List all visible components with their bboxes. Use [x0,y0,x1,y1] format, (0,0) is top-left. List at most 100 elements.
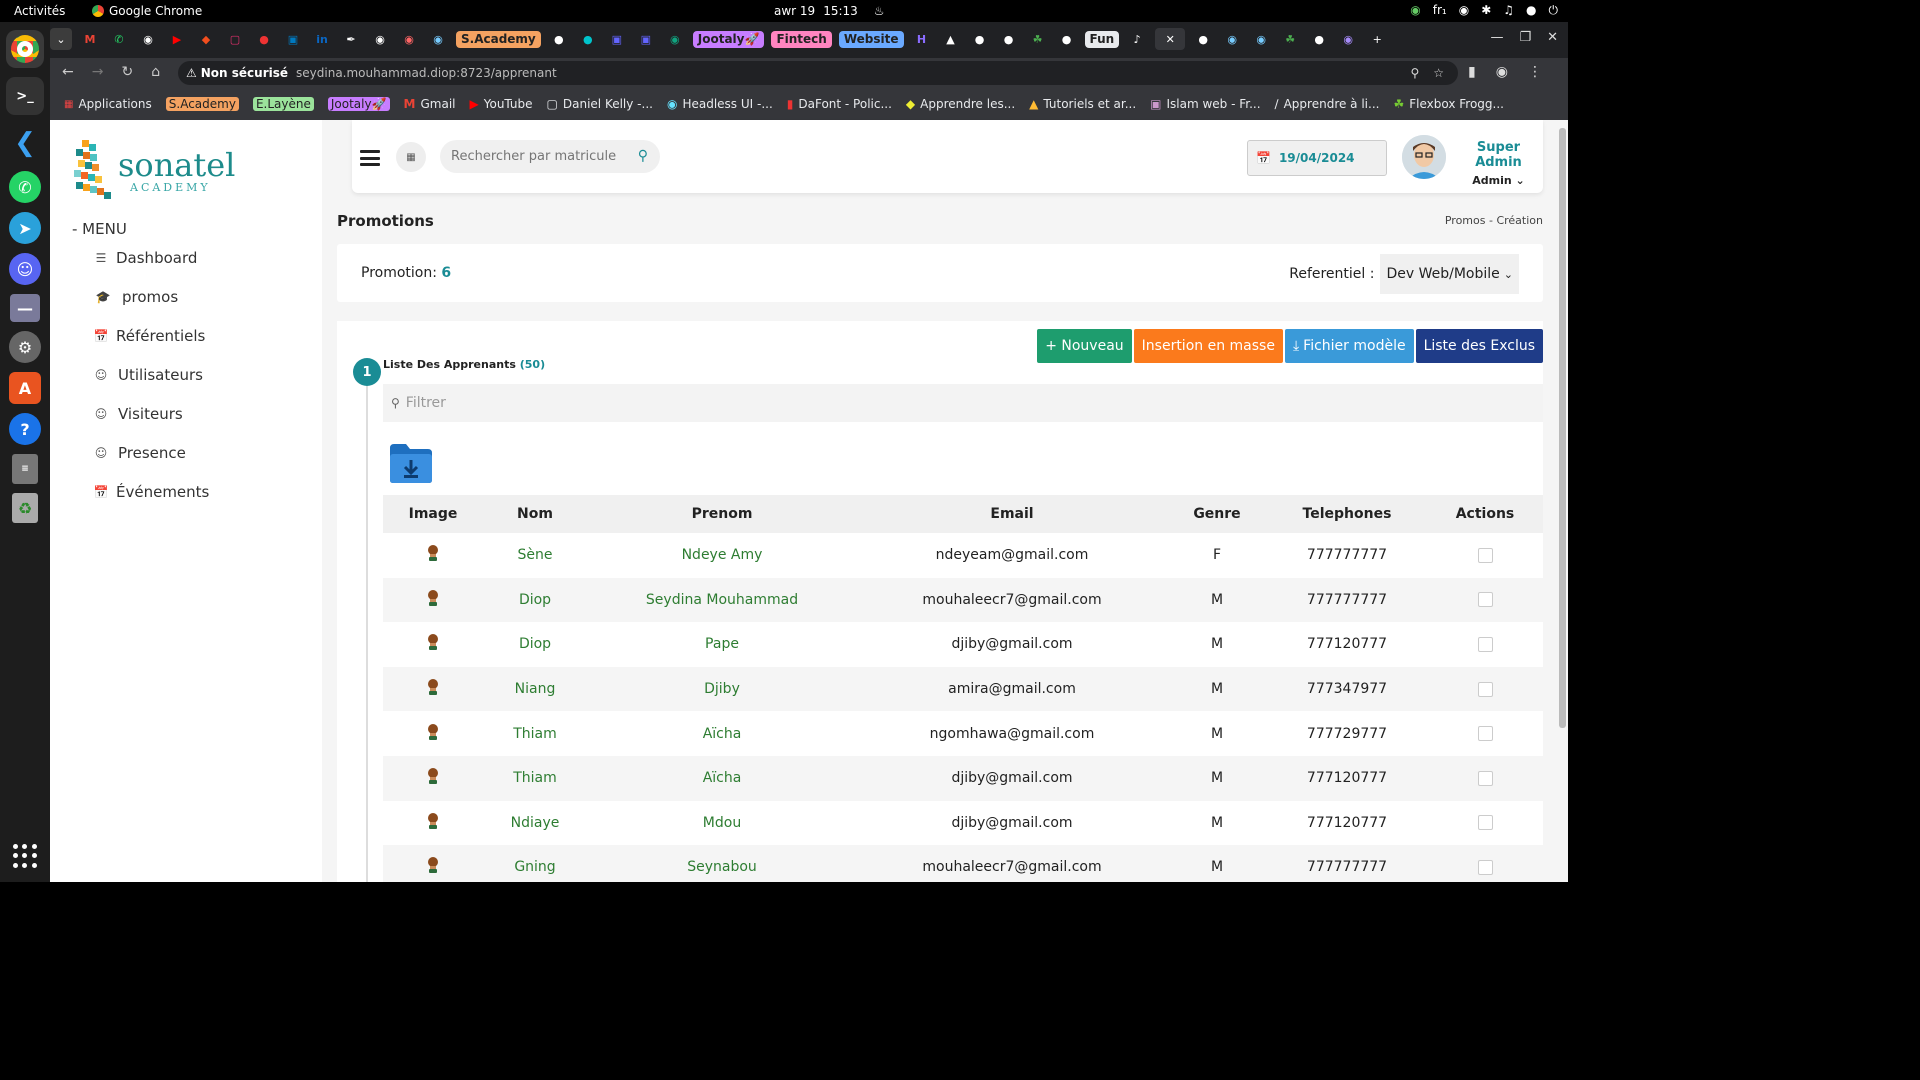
sidebar-item-referentiels[interactable]: 📅 Référentiels [94,326,209,345]
bookmark-gmail[interactable]: M Gmail [404,97,456,111]
new-tab-icon[interactable]: + [1366,28,1388,50]
tab-feather[interactable]: ✒ [340,28,362,50]
tab-app[interactable]: ◉ [427,28,449,50]
sidebar-item-dashboard[interactable]: ☰ Dashboard [94,248,209,267]
download-folder-icon[interactable] [388,442,434,484]
filter-box[interactable]: ⚲ Filtrer [383,384,1543,422]
tab-instagram[interactable]: ▢ [224,28,246,50]
new-button[interactable]: + Nouveau [1037,329,1132,363]
bookmark-flexbox-froggy[interactable]: ☘ Flexbox Frogg... [1393,97,1504,111]
tab-canva[interactable]: ● [577,28,599,50]
tab-app-3[interactable]: ◉ [1250,28,1272,50]
bookmark-tutoriels[interactable]: ▲ Tutoriels et ar... [1029,97,1136,111]
avatar[interactable] [1402,135,1446,179]
reload-icon[interactable]: ↻ [121,64,133,80]
user-role-dropdown[interactable]: Admin ⌄ [1454,174,1543,187]
vscode-dock-icon[interactable]: ❮ [6,124,44,162]
row-checkbox[interactable] [1477,592,1493,608]
bookmark-applications[interactable]: ▦ Applications [64,97,152,111]
chrome-menu-icon[interactable]: ⋮ [1528,64,1542,80]
omnibox[interactable]: ⚠ Non sécurisé seydina.mouhammad.diop:872… [178,61,1458,85]
sidebar-item-utilisateurs[interactable]: ☺ Utilisateurs [94,365,209,384]
not-secure-indicator[interactable]: ⚠ Non sécurisé [186,66,288,80]
tab-active[interactable]: ✕ [1155,28,1186,50]
excluded-list-button[interactable]: Liste des Exclus [1415,329,1543,363]
terminal-dock-icon[interactable]: >_ [6,77,44,115]
page-scrollbar[interactable] [1559,128,1566,728]
bulk-insert-button[interactable]: Insertion en masse [1133,329,1283,363]
tab-github[interactable]: ◉ [137,28,159,50]
tab-group-website[interactable]: Website [838,30,904,48]
column-header-email[interactable]: Email [857,495,1167,533]
tab-globe-6[interactable]: ● [1308,28,1330,50]
bookmark-apprendre[interactable]: ◆ Apprendre les... [906,97,1015,111]
breadcrumb[interactable]: Promos - Création [1445,214,1543,227]
column-header-image[interactable]: Image [383,495,483,533]
tab-globe[interactable]: ● [548,28,570,50]
column-header-actions[interactable]: Actions [1427,495,1543,533]
tab-tiktok[interactable]: ♪ [1126,28,1148,50]
column-header-nom[interactable]: Nom [483,495,587,533]
zoom-icon[interactable]: ⚲ [1410,66,1419,80]
text-editor-dock-icon[interactable]: ≡ [12,454,38,484]
sidebar-item-presence[interactable]: ☺ Presence [94,443,209,462]
profile-icon[interactable]: ◉ [1496,64,1508,80]
files-dock-icon[interactable]: — [10,294,40,322]
tab-group-fun[interactable]: Fun [1084,30,1120,48]
row-checkbox[interactable] [1477,547,1493,563]
tab-whatsapp[interactable]: ✆ [108,28,130,50]
tab-record[interactable]: ◉ [398,28,420,50]
tab-globe-4[interactable]: ● [1056,28,1078,50]
table-row[interactable]: Thiam Aïcha djiby@gmail.com M 777120777 [383,755,1543,801]
close-window-icon[interactable]: ✕ [1547,30,1558,45]
tab-linkedin[interactable]: in [311,28,333,50]
tab-figma[interactable]: ◆ [195,28,217,50]
hamburger-menu-icon[interactable] [360,150,380,166]
back-icon[interactable]: ← [62,64,74,80]
tab-chatgpt[interactable]: ◉ [664,28,686,50]
app-menu[interactable]: Google Chrome [92,4,202,18]
tab-group-jootaly[interactable]: Jootaly🚀 [692,30,765,48]
software-dock-icon[interactable]: A [9,372,41,404]
bookmark-jootaly[interactable]: Jootaly🚀 [327,97,390,111]
row-checkbox[interactable] [1477,636,1493,652]
chrome-dock-icon[interactable] [6,30,44,68]
clock[interactable]: awr 19 15:13 ♨ [774,4,885,18]
whatsapp-dock-icon[interactable]: ✆ [9,171,41,203]
bookmark-youtube[interactable]: ▶ YouTube [470,97,533,111]
user-menu[interactable]: Super Admin Admin ⌄ [1454,140,1543,187]
table-row[interactable]: Diop Seydina Mouhammad mouhaleecr7@gmail.c… [383,577,1543,623]
bookmark-saccademy[interactable]: S.Academy [165,97,239,111]
column-header-prenom[interactable]: Prenom [587,495,857,533]
search-icon[interactable]: ⚲ [638,148,648,164]
table-row[interactable]: Sène Ndeye Amy ndeyeam@gmail.com F 777777777 [383,533,1543,578]
tab-github-2[interactable]: ◉ [369,28,391,50]
sonatel-logo[interactable]: sonatel ACADEMY [72,140,235,202]
tab-globe-5[interactable]: ● [1192,28,1214,50]
system-tray[interactable]: ◉ fr₁ ◉ ✱ ♫ ● ⏻ [1410,3,1558,18]
row-checkbox[interactable] [1477,859,1493,875]
tab-group-saccademy[interactable]: S.Academy [456,30,541,48]
telegram-dock-icon[interactable]: ➤ [9,212,41,244]
template-file-button[interactable]: ⤓ Fichier modèle [1284,329,1414,363]
minimize-icon[interactable]: — [1490,30,1503,45]
tab-app-2[interactable]: ◉ [1221,28,1243,50]
sidebar-item-promos[interactable]: 🎓 promos [96,287,209,306]
table-row[interactable]: Niang Djiby amira@gmail.com M 777347977 [383,666,1543,712]
table-row[interactable]: Gning Seynabou mouhaleecr7@gmail.com M 77777… [383,845,1543,882]
column-header-genre[interactable]: Genre [1167,495,1267,533]
search-input[interactable] [451,149,631,164]
activities-button[interactable]: Activités [14,4,65,18]
tab-triangle[interactable]: ▲ [940,28,962,50]
row-checkbox[interactable] [1477,770,1493,786]
extensions-icon[interactable]: ▮ [1468,64,1476,80]
tab-search-icon[interactable]: ⌄ [50,28,72,50]
sidebar-item-evenements[interactable]: 📅 Événements [94,482,210,501]
forward-icon[interactable]: → [92,64,104,80]
row-checkbox[interactable] [1477,815,1493,831]
tab-youtube[interactable]: ▶ [166,28,188,50]
tab-trello[interactable]: ▣ [282,28,304,50]
tab-mastodon-2[interactable]: ▣ [635,28,657,50]
bookmark-daniel-kelly[interactable]: ▢ Daniel Kelly -... [547,97,653,111]
tab-leaf-2[interactable]: ☘ [1279,28,1301,50]
